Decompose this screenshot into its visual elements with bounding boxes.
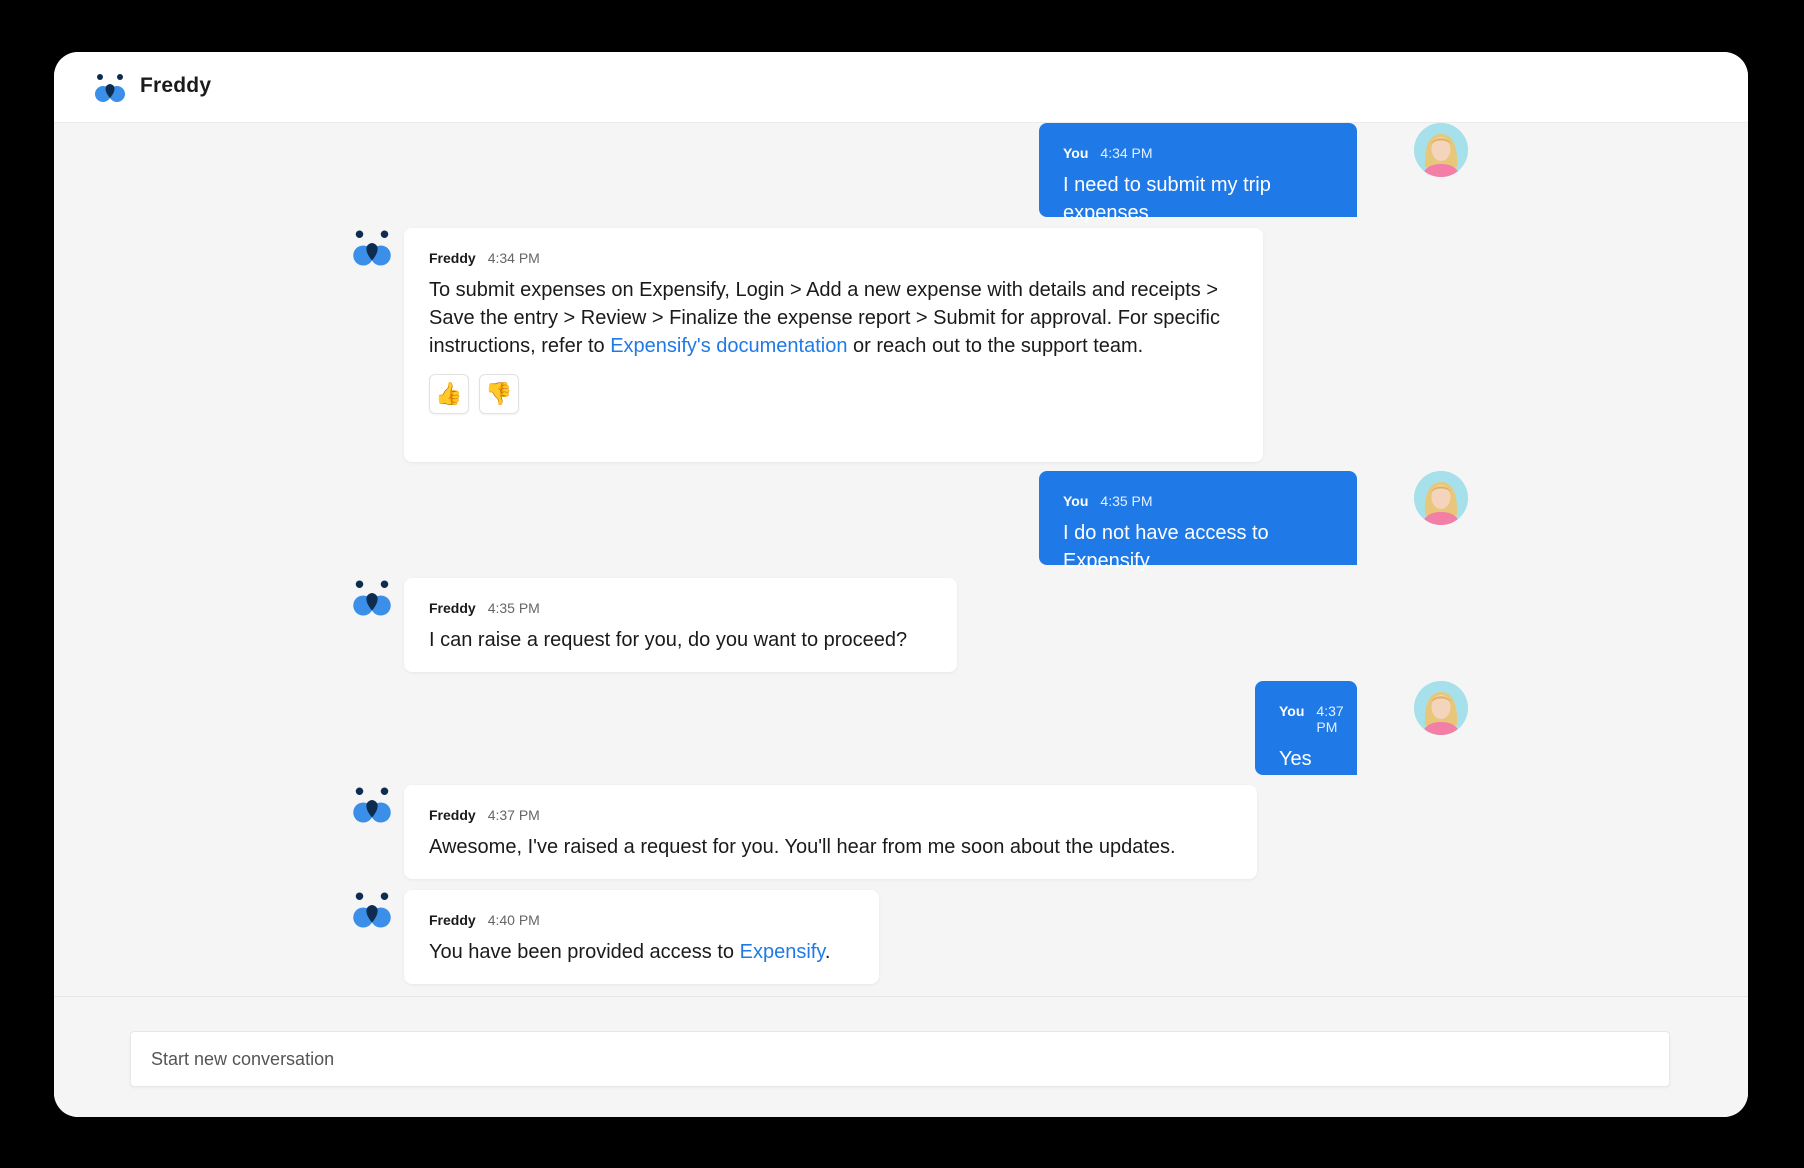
user-avatar-icon [1414, 471, 1468, 525]
sender-name: Freddy [429, 250, 476, 266]
thumbs-down-icon: 👎 [485, 381, 513, 406]
message-time: 4:37 PM [1316, 703, 1344, 735]
message-time: 4:40 PM [487, 912, 540, 928]
app-title: Freddy [140, 74, 212, 97]
freddy-logo-icon [95, 74, 125, 102]
user-avatar [1414, 123, 1468, 177]
sender-name: Freddy [429, 600, 476, 616]
composer-box [130, 1031, 1670, 1087]
user-message: You 4:34 PM I need to submit my trip exp… [1039, 123, 1357, 224]
freddy-avatar-icon [353, 892, 391, 928]
user-avatar-icon [1414, 681, 1468, 735]
chat-window: Freddy You 4:34 PM I need to submit my t… [54, 52, 1748, 1117]
freddy-avatar-icon [353, 580, 391, 616]
bot-message: Freddy 4:34 PM To submit expenses on Exp… [404, 228, 1263, 462]
conversation: You 4:34 PM I need to submit my trip exp… [54, 123, 1748, 997]
message-text: I can raise a request for you, do you wa… [429, 629, 908, 651]
message-text: I need to submit my trip expenses [1063, 174, 1271, 224]
freddy-avatar-icon [353, 230, 391, 266]
thumbs-up-icon: 👍 [435, 381, 463, 406]
bot-message: Freddy 4:40 PM You have been provided ac… [404, 890, 879, 984]
message-time: 4:37 PM [487, 807, 540, 823]
message-text: Yes [1279, 748, 1312, 770]
sender-name: Freddy [429, 912, 476, 928]
user-avatar [1414, 471, 1468, 525]
message-text: To submit expenses on Expensify, Login >… [429, 276, 1238, 360]
message-text: You have been provided access to Expensi… [429, 938, 854, 966]
reaction-buttons: 👍 👎 [429, 374, 1238, 414]
user-avatar-icon [1414, 123, 1468, 177]
freddy-avatar-icon [353, 787, 391, 823]
thumbs-up-button[interactable]: 👍 [429, 374, 469, 414]
message-time: 4:35 PM [487, 600, 540, 616]
message-text-after: or reach out to the support team. [847, 335, 1144, 357]
sender-name: Freddy [429, 807, 476, 823]
thumbs-down-button[interactable]: 👎 [479, 374, 519, 414]
header: Freddy [54, 52, 1748, 123]
bot-message: Freddy 4:35 PM I can raise a request for… [404, 578, 957, 672]
sender-name: You [1063, 493, 1089, 509]
expensify-link[interactable]: Expensify [740, 941, 825, 963]
user-message: You 4:37 PM Yes [1255, 681, 1357, 775]
message-time: 4:34 PM [487, 250, 540, 266]
composer-area [54, 996, 1748, 1117]
message-time: 4:34 PM [1100, 145, 1153, 161]
message-text: I do not have access to Expensify [1063, 522, 1269, 572]
message-text-before: You have been provided access to [429, 941, 740, 963]
sender-name: You [1063, 145, 1089, 161]
user-message: You 4:35 PM I do not have access to Expe… [1039, 471, 1357, 572]
message-text: Awesome, I've raised a request for you. … [429, 836, 1176, 858]
message-time: 4:35 PM [1100, 493, 1153, 509]
sender-name: You [1279, 703, 1305, 719]
documentation-link[interactable]: Expensify's documentation [610, 335, 847, 357]
bot-message: Freddy 4:37 PM Awesome, I've raised a re… [404, 785, 1257, 879]
message-text-after: . [824, 941, 831, 963]
user-avatar [1414, 681, 1468, 735]
new-conversation-input[interactable] [131, 1032, 1669, 1086]
